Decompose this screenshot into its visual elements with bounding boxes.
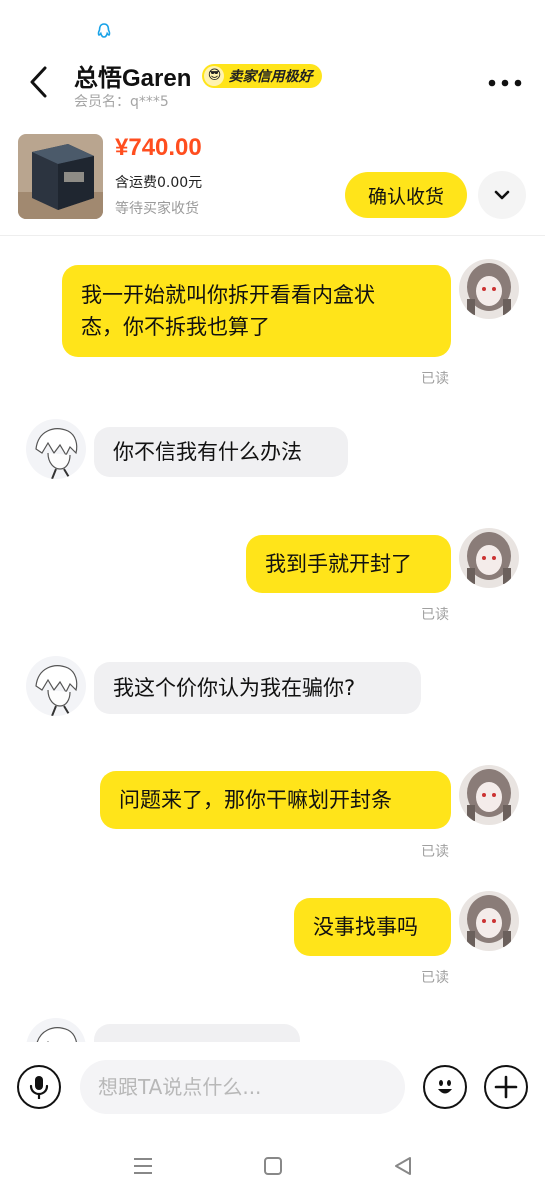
microphone-icon xyxy=(29,1076,49,1099)
message-text: 问题来了，那你干嘛划开封条 xyxy=(119,788,392,812)
confirm-receipt-button[interactable]: 确认收货 xyxy=(345,172,467,218)
seller-avatar[interactable] xyxy=(26,656,86,716)
more-button[interactable] xyxy=(485,68,525,98)
product-thumbnail[interactable] xyxy=(18,134,103,219)
credit-badge[interactable]: 😎 卖家信用极好 xyxy=(202,63,323,88)
message-text: 我到手就开封了 xyxy=(265,552,412,576)
message-bubble-other-partial[interactable] xyxy=(94,1024,300,1042)
product-bar: ¥740.00 含运费0.00元 等待买家收货 确认收货 xyxy=(0,126,545,236)
nav-menu-button[interactable] xyxy=(125,1150,161,1182)
message-text: 你不信我有什么办法 xyxy=(113,440,302,464)
menu-icon xyxy=(134,1158,152,1174)
voice-button[interactable] xyxy=(17,1065,61,1109)
seller-avatar[interactable] xyxy=(26,419,86,479)
read-receipt: 已读 xyxy=(421,371,449,387)
my-avatar[interactable] xyxy=(459,765,519,825)
read-receipt: 已读 xyxy=(421,607,449,623)
chat-area[interactable]: 我一开始就叫你拆开看看内盒状 态，你不拆我也算了 已读 你不信我有什么办法 我到… xyxy=(0,236,545,1042)
more-dots-icon xyxy=(488,79,522,87)
chat-header: 总悟Garen 😎 卖家信用极好 会员名：q***5 xyxy=(0,50,545,116)
product-price: ¥740.00 xyxy=(115,134,202,161)
square-icon xyxy=(264,1157,282,1175)
member-line: 会员名：q***5 xyxy=(74,91,169,111)
shipping-fee: 含运费0.00元 xyxy=(115,175,203,191)
avatar-image xyxy=(26,1018,86,1042)
message-bubble-other[interactable]: 我这个价你认为我在骗你? xyxy=(94,662,421,714)
message-text: 态，你不拆我也算了 xyxy=(81,315,270,339)
smile-icon: 😎 xyxy=(204,65,225,86)
my-avatar[interactable] xyxy=(459,528,519,588)
message-input[interactable] xyxy=(80,1060,405,1114)
avatar-image xyxy=(459,259,519,319)
member-label: 会员名： xyxy=(74,94,130,110)
message-bubble-me[interactable]: 没事找事吗 xyxy=(294,898,451,956)
avatar-image xyxy=(459,891,519,951)
system-nav-bar xyxy=(0,1132,545,1199)
nav-back-button[interactable] xyxy=(385,1150,421,1182)
message-bubble-me[interactable]: 问题来了，那你干嘛划开封条 xyxy=(100,771,451,829)
input-bar xyxy=(0,1042,545,1132)
triangle-back-icon xyxy=(395,1157,411,1175)
avatar-image xyxy=(459,528,519,588)
credit-badge-label: 卖家信用极好 xyxy=(228,68,313,85)
product-image xyxy=(18,134,103,219)
status-bar xyxy=(0,0,545,46)
avatar-image xyxy=(26,419,86,479)
title-wrap: 总悟Garen 😎 卖家信用极好 xyxy=(74,58,323,93)
seller-avatar[interactable] xyxy=(26,1018,86,1042)
read-receipt: 已读 xyxy=(421,844,449,860)
chevron-down-icon xyxy=(494,190,510,200)
my-avatar[interactable] xyxy=(459,891,519,951)
expand-button[interactable] xyxy=(478,171,526,219)
my-avatar[interactable] xyxy=(459,259,519,319)
message-bubble-other[interactable]: 你不信我有什么办法 xyxy=(94,427,348,477)
member-id: q***5 xyxy=(130,94,169,110)
emoji-button[interactable] xyxy=(423,1065,467,1109)
avatar-image xyxy=(26,656,86,716)
message-text: 我这个价你认为我在骗你? xyxy=(113,676,356,700)
order-status: 等待买家收货 xyxy=(115,201,199,217)
plus-button[interactable] xyxy=(484,1065,528,1109)
plus-icon xyxy=(494,1075,518,1099)
message-bubble-me[interactable]: 我到手就开封了 xyxy=(246,535,451,593)
message-bubble-me[interactable]: 我一开始就叫你拆开看看内盒状 态，你不拆我也算了 xyxy=(62,265,451,357)
seller-name[interactable]: 总悟Garen xyxy=(74,58,191,93)
emoji-icon xyxy=(438,1080,452,1094)
message-text: 没事找事吗 xyxy=(313,915,418,939)
back-button[interactable] xyxy=(22,62,54,102)
read-receipt: 已读 xyxy=(421,970,449,986)
penguin-icon xyxy=(97,23,111,38)
avatar-image xyxy=(459,765,519,825)
message-text: 我一开始就叫你拆开看看内盒状 xyxy=(81,283,375,307)
nav-home-button[interactable] xyxy=(255,1150,291,1182)
chevron-left-icon xyxy=(30,66,47,98)
